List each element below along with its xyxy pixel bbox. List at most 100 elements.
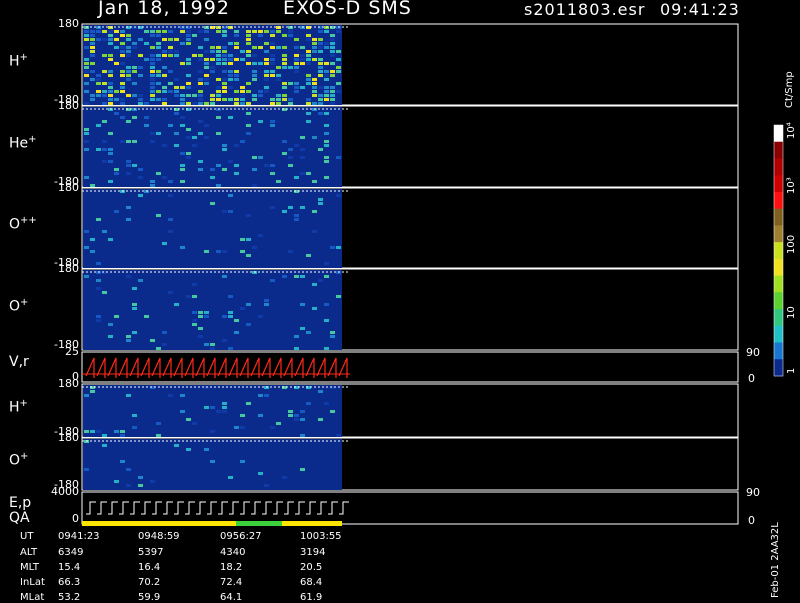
heatmap-cell (234, 42, 239, 45)
heatmap-cell (102, 90, 107, 93)
heatmap-cell (216, 132, 221, 135)
heatmap-cell (108, 82, 113, 85)
heatmap-cell (318, 30, 323, 33)
heatmap-cell (318, 62, 323, 65)
heatmap-cell (180, 394, 185, 397)
heatmap-cell (186, 34, 191, 37)
heatmap-cell (240, 58, 245, 61)
heatmap-cell (258, 46, 263, 49)
heatmap-cell (330, 98, 335, 101)
energy-step-segment (317, 501, 327, 515)
heatmap-cell (234, 54, 239, 57)
heatmap-cell (90, 78, 95, 81)
heatmap-cell (198, 168, 203, 171)
heatmap-cell (108, 34, 113, 37)
heatmap-cell (246, 303, 251, 306)
heatmap-cell (90, 62, 95, 65)
velocity-trace-segment (217, 357, 227, 378)
heatmap-cell (126, 50, 131, 53)
heatmap-cell (108, 90, 113, 93)
heatmap-cell (204, 38, 209, 41)
heatmap-cell (144, 46, 149, 49)
heatmap-cell (204, 343, 209, 346)
heatmap-cell (252, 94, 257, 97)
energy-step-segment (119, 501, 129, 515)
ephemeris-value: 68.4 (300, 577, 323, 588)
colorbar-band (774, 342, 783, 360)
panel-label-superscript: + (20, 451, 29, 462)
heatmap-cell (204, 74, 209, 77)
heatmap-cell (234, 94, 239, 97)
heatmap-cell (312, 160, 317, 163)
heatmap-cell (138, 434, 143, 437)
heatmap-cell (306, 46, 311, 49)
heatmap-cell (204, 58, 209, 61)
velocity-trace-segment (162, 357, 172, 378)
energy-step-segment (262, 501, 272, 515)
heatmap-cell (150, 74, 155, 77)
colorbar-band (774, 141, 783, 159)
heatmap-cell (114, 62, 119, 65)
heatmap-cell (258, 315, 263, 318)
velocity-trace-segment (316, 357, 326, 378)
heatmap-cell (246, 38, 251, 41)
heatmap-cell (84, 58, 89, 61)
heatmap-cell (108, 132, 113, 135)
heatmap-cell (264, 434, 269, 437)
heatmap-cell (258, 120, 263, 123)
footer-id: Feb-01 2AA32L (770, 522, 781, 598)
heatmap-cell (174, 38, 179, 41)
heatmap-cell (138, 74, 143, 77)
heatmap-cell (276, 156, 281, 159)
heatmap-cell (270, 164, 275, 167)
energy-step-segment (218, 501, 228, 515)
heatmap-cell (102, 160, 107, 163)
heatmap-cell (222, 402, 227, 405)
heatmap-cell (84, 128, 89, 131)
heatmap-cell (288, 30, 293, 33)
heatmap-cell (222, 66, 227, 69)
heatmap-cell (108, 38, 113, 41)
y-tick-max-h-plus: 180 (58, 17, 79, 30)
colorbar-band (774, 325, 783, 344)
heatmap-cell (126, 394, 131, 397)
heatmap-cell (120, 34, 125, 37)
heatmap-cell (318, 94, 323, 97)
heatmap-cell (108, 58, 113, 61)
heatmap-cell (156, 422, 161, 425)
heatmap-cell (252, 30, 257, 33)
heatmap-cell (312, 42, 317, 45)
heatmap-cell (324, 132, 329, 135)
heatmap-cell (294, 418, 299, 421)
heatmap-cell (180, 42, 185, 45)
heatmap-cell (228, 54, 233, 57)
heatmap-cell (192, 86, 197, 89)
heatmap-cell (228, 160, 233, 163)
heatmap-cell (144, 102, 149, 105)
heatmap-cell (180, 152, 185, 155)
heatmap-cell (270, 279, 275, 282)
heatmap-cell (144, 30, 149, 33)
heatmap-cell (282, 152, 287, 155)
heatmap-cell (120, 54, 125, 57)
heatmap-cell (168, 38, 173, 41)
heatmap-cell (186, 295, 191, 298)
heatmap-cell (306, 112, 311, 115)
heatmap-cell (288, 410, 293, 413)
heatmap-cell (192, 398, 197, 401)
heatmap-cell (336, 58, 341, 61)
heatmap-cell (198, 30, 203, 33)
heatmap-cell (246, 54, 251, 57)
heatmap-cell (276, 66, 281, 69)
heatmap-cell (192, 311, 197, 314)
heatmap-cell (138, 484, 143, 487)
energy-step-segment (229, 501, 239, 515)
heatmap-cell (138, 194, 143, 197)
ephemeris-value: 3194 (300, 547, 326, 558)
heatmap-cell (174, 444, 179, 447)
velocity-trace-segment (118, 357, 128, 378)
heatmap-cell (258, 414, 263, 417)
heatmap-cell (174, 132, 179, 135)
heatmap-cell (246, 102, 251, 105)
heatmap-cell (186, 50, 191, 53)
